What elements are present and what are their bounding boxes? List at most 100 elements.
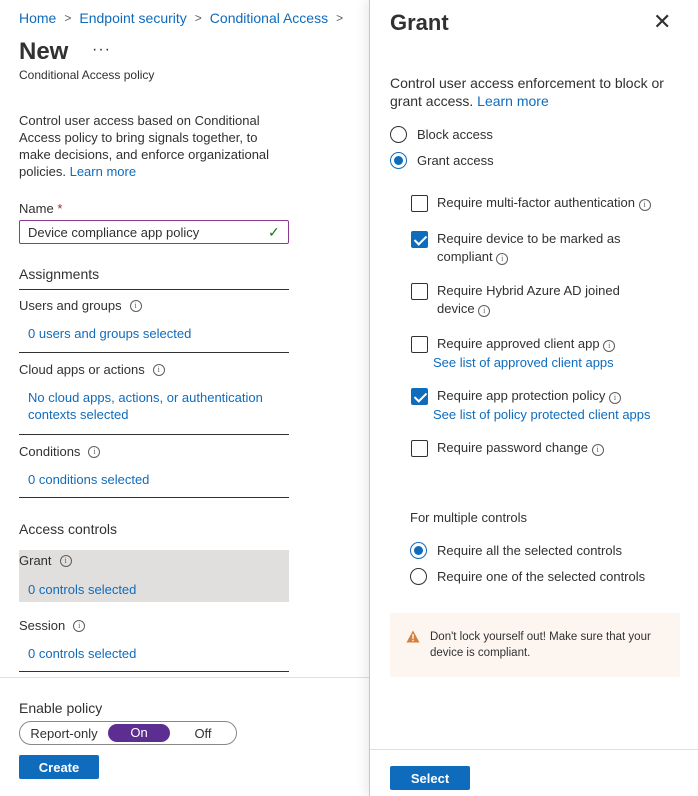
- grant-label-text: Grant: [19, 553, 52, 568]
- checkbox[interactable]: [411, 388, 428, 405]
- control-label-text: Require Hybrid Azure AD joined device: [437, 283, 620, 316]
- info-icon[interactable]: i: [152, 363, 165, 376]
- divider: [19, 671, 289, 672]
- session-label-text: Session: [19, 618, 66, 633]
- required-mark: *: [57, 201, 63, 216]
- divider: [19, 434, 289, 435]
- info-icon[interactable]: i: [496, 253, 509, 265]
- name-label-text: Name: [19, 201, 54, 216]
- checkbox[interactable]: [411, 195, 428, 212]
- control-password-change[interactable]: Require password change i: [411, 439, 667, 457]
- policy-description: Control user access based on Conditional…: [19, 112, 281, 180]
- create-button[interactable]: Create: [19, 755, 99, 779]
- breadcrumb: Home > Endpoint security > Conditional A…: [19, 10, 351, 26]
- radio-button[interactable]: [410, 542, 427, 559]
- breadcrumb-endpoint-security[interactable]: Endpoint security: [79, 10, 186, 26]
- control-approved-app[interactable]: Require approved client app i: [411, 335, 667, 353]
- control-label: Require multi-factor authentication i: [437, 194, 667, 212]
- policy-name-input[interactable]: [19, 220, 289, 244]
- info-icon[interactable]: i: [478, 305, 491, 317]
- chevron-right-icon: >: [194, 11, 202, 25]
- select-button[interactable]: Select: [390, 766, 470, 790]
- divider: [19, 497, 289, 498]
- grant-value[interactable]: 0 controls selected: [28, 581, 278, 598]
- conditions-label-text: Conditions: [19, 444, 81, 459]
- close-icon[interactable]: ✕: [653, 11, 671, 33]
- control-label-text: Require device to be marked as compliant: [437, 231, 621, 264]
- control-label-text: Require app protection policy: [437, 388, 606, 403]
- control-app-protection[interactable]: Require app protection policy i: [411, 387, 667, 405]
- control-label: Require device to be marked as compliant…: [437, 230, 632, 266]
- require-one-radio[interactable]: Require one of the selected controls: [410, 568, 645, 585]
- more-options-icon[interactable]: ···: [92, 41, 111, 59]
- grant-panel-title: Grant: [390, 10, 449, 35]
- toggle-off[interactable]: Off: [170, 726, 236, 741]
- name-label: Name *: [19, 201, 62, 216]
- info-icon[interactable]: i: [59, 554, 72, 567]
- info-icon[interactable]: i: [88, 445, 101, 458]
- footer-divider: [0, 677, 369, 678]
- checkmark-icon: ✓: [268, 224, 280, 240]
- info-icon[interactable]: i: [603, 340, 616, 352]
- radio-button[interactable]: [390, 126, 407, 143]
- breadcrumb-home[interactable]: Home: [19, 10, 56, 26]
- users-label-text: Users and groups: [19, 298, 122, 313]
- users-and-groups-label: Users and groups i: [19, 298, 142, 313]
- control-device-compliant[interactable]: Require device to be marked as compliant…: [411, 230, 632, 266]
- info-icon[interactable]: i: [591, 444, 604, 456]
- checkbox[interactable]: [411, 440, 428, 457]
- warning-banner: Don't lock yourself out! Make sure that …: [390, 613, 680, 677]
- control-mfa[interactable]: Require multi-factor authentication i: [411, 194, 667, 212]
- radio-label: Require one of the selected controls: [437, 569, 646, 584]
- radio-button[interactable]: [410, 568, 427, 585]
- grant-learn-more-link[interactable]: Learn more: [477, 93, 549, 109]
- learn-more-link[interactable]: Learn more: [70, 164, 136, 179]
- description-text: Control user access based on Conditional…: [19, 113, 270, 179]
- control-label: Require password change i: [437, 439, 667, 457]
- control-label-text: Require approved client app: [437, 336, 600, 351]
- cloud-apps-value[interactable]: No cloud apps, actions, or authenticatio…: [28, 389, 278, 423]
- conditions-value[interactable]: 0 conditions selected: [28, 471, 278, 488]
- radio-button[interactable]: [390, 152, 407, 169]
- grant-label: Grant i: [19, 553, 72, 568]
- session-label: Session i: [19, 618, 86, 633]
- multiple-controls-label: For multiple controls: [410, 510, 528, 525]
- grant-description: Control user access enforcement to block…: [390, 74, 690, 110]
- session-value[interactable]: 0 controls selected: [28, 645, 278, 662]
- page-title: New: [19, 38, 69, 65]
- info-icon[interactable]: i: [129, 299, 142, 312]
- divider: [19, 289, 289, 290]
- block-access-radio[interactable]: Block access: [390, 126, 493, 143]
- enable-policy-label: Enable policy: [19, 700, 103, 716]
- control-label-text: Require password change: [437, 440, 589, 455]
- warning-icon: [406, 630, 420, 643]
- cloud-apps-label-text: Cloud apps or actions: [19, 362, 145, 377]
- toggle-on[interactable]: On: [108, 724, 170, 742]
- radio-label: Grant access: [417, 153, 494, 168]
- grant-access-radio[interactable]: Grant access: [390, 152, 494, 169]
- breadcrumb-conditional-access[interactable]: Conditional Access: [210, 10, 328, 26]
- toggle-report-only[interactable]: Report-only: [20, 726, 108, 741]
- divider: [19, 352, 289, 353]
- approved-apps-link[interactable]: See list of approved client apps: [433, 355, 614, 370]
- require-all-radio[interactable]: Require all the selected controls: [410, 542, 622, 559]
- protected-apps-link[interactable]: See list of policy protected client apps: [433, 407, 651, 422]
- checkbox[interactable]: [411, 283, 428, 300]
- chevron-right-icon: >: [336, 11, 344, 25]
- warning-text: Don't lock yourself out! Make sure that …: [430, 631, 651, 659]
- control-hybrid-join[interactable]: Require Hybrid Azure AD joined device i: [411, 282, 632, 318]
- radio-label: Require all the selected controls: [437, 543, 622, 558]
- control-label: Require app protection policy i: [437, 387, 667, 405]
- conditions-label: Conditions i: [19, 444, 101, 459]
- checkbox[interactable]: [411, 336, 428, 353]
- users-and-groups-value[interactable]: 0 users and groups selected: [28, 325, 278, 342]
- grant-panel: Grant ✕ Control user access enforcement …: [369, 0, 698, 796]
- info-icon[interactable]: i: [73, 619, 86, 632]
- cloud-apps-label: Cloud apps or actions i: [19, 362, 165, 377]
- enable-policy-toggle[interactable]: Report-only On Off: [19, 721, 237, 745]
- checkbox[interactable]: [411, 231, 428, 248]
- control-label: Require Hybrid Azure AD joined device i: [437, 282, 632, 318]
- assignments-heading: Assignments: [19, 266, 100, 282]
- info-icon[interactable]: i: [638, 199, 651, 211]
- info-icon[interactable]: i: [609, 392, 622, 404]
